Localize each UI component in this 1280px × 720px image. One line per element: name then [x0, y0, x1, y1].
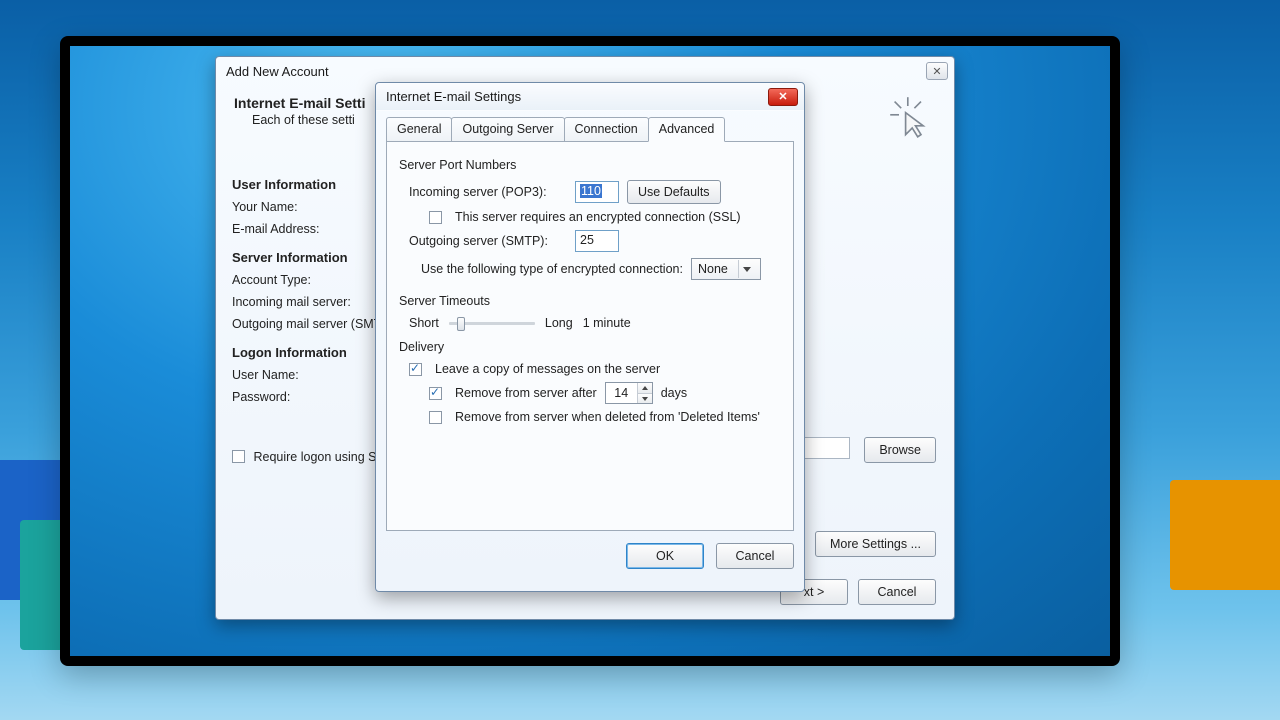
close-icon[interactable]: ✕: [926, 62, 948, 80]
timeout-long-label: Long: [545, 316, 573, 330]
close-icon[interactable]: ✕: [768, 88, 798, 106]
use-defaults-button[interactable]: Use Defaults: [627, 180, 721, 204]
timeout-value: 1 minute: [583, 316, 631, 330]
chevron-down-icon: [738, 260, 756, 278]
timeout-short-label: Short: [409, 316, 439, 330]
cancel-button[interactable]: Cancel: [858, 579, 936, 605]
leave-copy-label: Leave a copy of messages on the server: [435, 362, 660, 376]
encryption-label: Use the following type of encrypted conn…: [421, 262, 683, 276]
incoming-port-input[interactable]: 110: [575, 181, 619, 203]
remove-deleted-checkbox[interactable]: [429, 411, 442, 424]
days-label: days: [661, 386, 687, 400]
desktop: Add New Account ✕ Internet E-mail Setti …: [70, 46, 1110, 656]
tab-advanced[interactable]: Advanced: [648, 117, 726, 142]
chevron-up-icon[interactable]: [638, 383, 652, 393]
require-logon-label: Require logon using Se: [253, 450, 383, 464]
remove-deleted-label: Remove from server when deleted from 'De…: [455, 410, 760, 424]
ok-button[interactable]: OK: [626, 543, 704, 569]
email-settings-dialog: Internet E-mail Settings ✕ General Outgo…: [375, 82, 805, 592]
group-delivery: Delivery: [399, 340, 781, 354]
outgoing-port-label: Outgoing server (SMTP):: [409, 234, 567, 248]
group-port-numbers: Server Port Numbers: [399, 158, 781, 172]
monitor-frame: Add New Account ✕ Internet E-mail Setti …: [60, 36, 1120, 666]
more-settings-button[interactable]: More Settings ...: [815, 531, 936, 557]
group-timeouts: Server Timeouts: [399, 294, 781, 308]
ssl-checkbox[interactable]: [429, 211, 442, 224]
cursor-icon: [888, 95, 932, 139]
leave-copy-checkbox[interactable]: [409, 363, 422, 376]
tab-outgoing-server[interactable]: Outgoing Server: [451, 117, 564, 142]
chevron-down-icon[interactable]: [638, 393, 652, 403]
remove-days-stepper[interactable]: 14: [605, 382, 653, 404]
window-title: Internet E-mail Settings: [386, 89, 768, 104]
encryption-value: None: [698, 262, 728, 276]
titlebar[interactable]: Internet E-mail Settings ✕: [376, 83, 804, 111]
require-logon-checkbox[interactable]: [232, 450, 245, 463]
encryption-dropdown[interactable]: None: [691, 258, 761, 280]
incoming-port-label: Incoming server (POP3):: [409, 185, 567, 199]
titlebar[interactable]: Add New Account ✕: [216, 57, 954, 85]
tab-connection[interactable]: Connection: [564, 117, 649, 142]
remove-days-value: 14: [606, 383, 638, 403]
timeout-slider[interactable]: [449, 322, 535, 325]
tab-general[interactable]: General: [386, 117, 452, 142]
tab-advanced-page: Server Port Numbers Incoming server (POP…: [386, 141, 794, 531]
browse-button[interactable]: Browse: [864, 437, 936, 463]
remove-after-checkbox[interactable]: [429, 387, 442, 400]
ssl-label: This server requires an encrypted connec…: [455, 210, 741, 224]
remove-after-label: Remove from server after: [455, 386, 597, 400]
window-title: Add New Account: [226, 64, 926, 79]
outgoing-port-input[interactable]: 25: [575, 230, 619, 252]
cancel-button[interactable]: Cancel: [716, 543, 794, 569]
